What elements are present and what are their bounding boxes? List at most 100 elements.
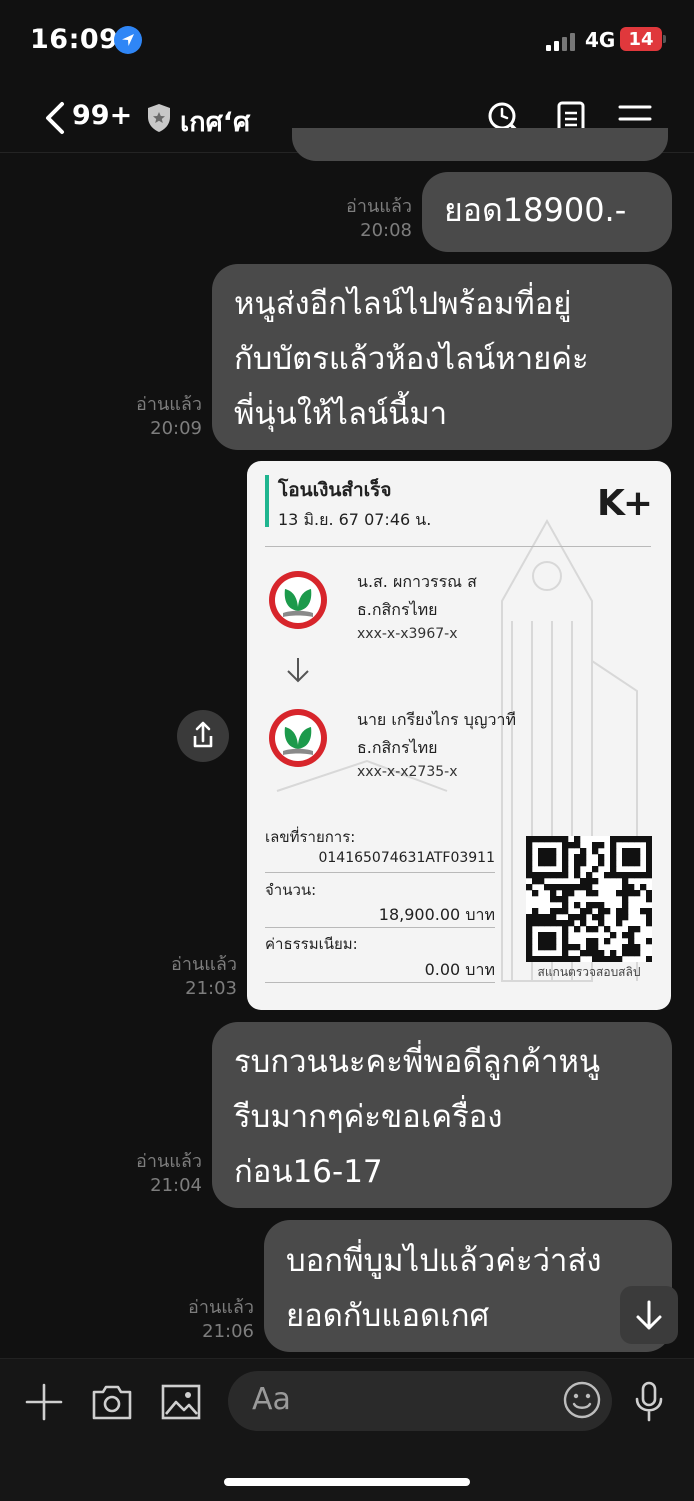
message-time: 20:08 bbox=[360, 220, 412, 241]
transfer-slip-image[interactable]: โอนเงินสำเร็จ 13 มิ.ย. 67 07:46 น. K+ น.… bbox=[247, 461, 671, 1010]
qr-module bbox=[610, 854, 617, 861]
fee-value: 0.00 บาท bbox=[424, 960, 495, 979]
qr-module bbox=[544, 938, 551, 945]
qr-module bbox=[634, 860, 641, 867]
message-bubble[interactable]: บอกพี่บูมไปแล้วค่ะว่าส่ง ยอดกับแอดเกศ bbox=[264, 1220, 672, 1352]
kbank-logo-icon bbox=[269, 709, 327, 767]
qr-module bbox=[592, 878, 599, 885]
message-text: รบกวนนะคะพี่พอดีลูกค้าหนู รีบมากๆค่ะขอเค… bbox=[234, 1044, 601, 1190]
qr-module bbox=[628, 860, 635, 867]
amount-rule bbox=[265, 927, 495, 928]
qr-module bbox=[550, 860, 557, 867]
qr-module bbox=[580, 950, 587, 957]
qr-module bbox=[574, 872, 581, 879]
qr-module bbox=[628, 884, 635, 891]
qr-module bbox=[568, 956, 575, 963]
qr-module bbox=[628, 932, 635, 939]
qr-module bbox=[526, 842, 533, 849]
qr-module bbox=[526, 836, 533, 843]
plus-icon[interactable] bbox=[24, 1382, 64, 1422]
qr-module bbox=[610, 836, 617, 843]
qr-module bbox=[562, 950, 569, 957]
qr-module bbox=[610, 872, 617, 879]
message-bubble-partial[interactable] bbox=[292, 128, 668, 161]
qr-module bbox=[544, 872, 551, 879]
qr-module bbox=[574, 956, 581, 963]
qr-module bbox=[586, 872, 593, 879]
scroll-to-bottom-button[interactable] bbox=[620, 1286, 678, 1344]
share-button[interactable] bbox=[177, 710, 229, 762]
fee-label: ค่าธรรมเนียม: bbox=[265, 935, 358, 953]
qr-module bbox=[610, 848, 617, 855]
microphone-icon[interactable] bbox=[633, 1380, 665, 1422]
qr-module bbox=[622, 872, 629, 879]
qr-module bbox=[604, 956, 611, 963]
qr-module bbox=[556, 956, 563, 963]
qr-module bbox=[562, 896, 569, 903]
image-gallery-icon[interactable] bbox=[160, 1383, 202, 1421]
camera-icon[interactable] bbox=[90, 1382, 134, 1422]
qr-module bbox=[610, 956, 617, 963]
qr-module bbox=[526, 914, 533, 921]
shield-badge-icon bbox=[146, 103, 172, 133]
qr-module bbox=[544, 920, 551, 927]
qr-module bbox=[526, 956, 533, 963]
qr-module bbox=[562, 956, 569, 963]
qr-module bbox=[538, 944, 545, 951]
message-text: บอกพี่บูมไปแล้วค่ะว่าส่ง ยอดกับแอดเกศ bbox=[286, 1243, 602, 1334]
qr-module bbox=[646, 872, 653, 879]
qr-module bbox=[556, 884, 563, 891]
qr-module bbox=[526, 938, 533, 945]
qr-module bbox=[628, 950, 635, 957]
kbank-logo-icon bbox=[269, 571, 327, 629]
qr-module bbox=[640, 884, 647, 891]
read-receipt: อ่านแล้ว bbox=[171, 954, 237, 975]
qr-module bbox=[580, 878, 587, 885]
qr-module bbox=[580, 884, 587, 891]
qr-module bbox=[556, 836, 563, 843]
qr-module bbox=[622, 836, 629, 843]
status-time: 16:09 bbox=[30, 24, 119, 55]
qr-module bbox=[562, 932, 569, 939]
qr-module bbox=[526, 866, 533, 873]
emoji-icon[interactable] bbox=[561, 1379, 603, 1421]
qr-module bbox=[592, 902, 599, 909]
qr-module bbox=[586, 908, 593, 915]
qr-module bbox=[544, 854, 551, 861]
qr-module bbox=[616, 914, 623, 921]
qr-module bbox=[574, 854, 581, 861]
qr-module bbox=[628, 926, 635, 933]
qr-module bbox=[550, 920, 557, 927]
qr-module bbox=[622, 890, 629, 897]
unread-count[interactable]: 99+ bbox=[72, 100, 132, 131]
receiver-bank: ธ.กสิกรไทย bbox=[357, 738, 438, 757]
qr-module bbox=[646, 860, 653, 867]
qr-module bbox=[550, 836, 557, 843]
qr-module bbox=[532, 908, 539, 915]
qr-module bbox=[604, 908, 611, 915]
message-bubble[interactable]: ยอด18900.- bbox=[422, 172, 672, 252]
qr-module bbox=[622, 848, 629, 855]
header-rule bbox=[265, 546, 651, 547]
qr-module bbox=[526, 944, 533, 951]
qr-module bbox=[586, 950, 593, 957]
back-chevron-icon[interactable] bbox=[38, 100, 74, 136]
qr-module bbox=[646, 956, 653, 963]
qr-module bbox=[610, 932, 617, 939]
read-receipt: อ่านแล้ว bbox=[136, 394, 202, 415]
qr-module bbox=[526, 854, 533, 861]
qr-module bbox=[580, 920, 587, 927]
qr-module bbox=[562, 938, 569, 945]
qr-module bbox=[592, 944, 599, 951]
qr-module bbox=[622, 854, 629, 861]
message-bubble[interactable]: หนูส่งอีกไลน์ไปพร้อมที่อยู่ กับบัตรแล้วห… bbox=[212, 264, 672, 450]
message-bubble[interactable]: รบกวนนะคะพี่พอดีลูกค้าหนู รีบมากๆค่ะขอเค… bbox=[212, 1022, 672, 1208]
qr-module bbox=[544, 884, 551, 891]
qr-module bbox=[592, 890, 599, 897]
qr-module bbox=[646, 938, 653, 945]
qr-module bbox=[538, 956, 545, 963]
qr-module bbox=[574, 842, 581, 849]
qr-module bbox=[532, 836, 539, 843]
qr-module bbox=[568, 914, 575, 921]
qr-module bbox=[550, 914, 557, 921]
